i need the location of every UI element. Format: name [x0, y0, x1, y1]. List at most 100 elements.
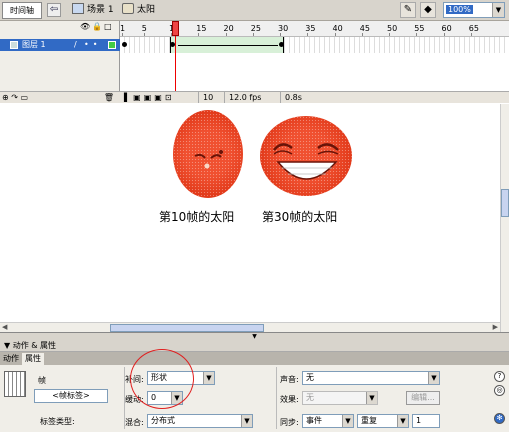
- divider: [276, 367, 277, 429]
- current-frame: 10: [198, 92, 217, 103]
- onion-skin-icons[interactable]: ▌▣▣▣⊡: [124, 92, 175, 103]
- tween-arrow: [178, 45, 278, 46]
- chevron-down-icon: ▼: [241, 415, 252, 427]
- edit-symbol-icon[interactable]: ◆: [420, 2, 436, 18]
- sound-value: 无: [306, 373, 314, 382]
- effect-select: 无 ▼: [302, 391, 378, 405]
- sun-frame-30[interactable]: [260, 116, 352, 196]
- effect-value: 无: [306, 393, 314, 402]
- repeat-value: 重复: [361, 416, 377, 425]
- frame-number: 1: [120, 24, 126, 33]
- repeat-count-input[interactable]: 1: [412, 414, 440, 428]
- keyframe-dot[interactable]: [122, 42, 127, 47]
- playhead[interactable]: [172, 21, 179, 36]
- frame-tick: [334, 33, 336, 36]
- edit-bar: 时间轴 ⇦ 场景 1 太阳 ✎ ◆ 100% ▼: [0, 0, 509, 21]
- eye-icon[interactable]: 👁: [80, 22, 92, 31]
- frame-number: 20: [223, 24, 234, 33]
- zoom-value: 100%: [446, 5, 473, 14]
- lock-icon[interactable]: 🔒: [92, 22, 104, 31]
- add-layer-icon[interactable]: ⊕: [2, 93, 9, 102]
- timeline-panel: 👁🔒□ 图层 1 / •• ⊕ ↷ ▭ 🗑 151015202530354045…: [0, 21, 509, 103]
- add-folder-icon[interactable]: ▭: [21, 93, 29, 102]
- layer-tools: ⊕ ↷ ▭ 🗑: [0, 91, 120, 103]
- layer-state-dots[interactable]: ••: [84, 39, 101, 51]
- timeline-toggle-button[interactable]: 时间轴: [2, 2, 42, 19]
- sun-frame-10[interactable]: [173, 110, 243, 198]
- scene-label: 场景 1: [87, 5, 114, 15]
- frame-tick: [225, 33, 227, 36]
- chevron-down-icon: ▼: [428, 372, 439, 384]
- sync-select[interactable]: 事件 ▼: [302, 414, 354, 428]
- scroll-thumb[interactable]: [501, 189, 509, 217]
- frame-number: 65: [468, 24, 479, 33]
- chevron-down-icon: ▼: [366, 392, 377, 404]
- chevron-down-icon: ▼: [397, 415, 408, 427]
- breadcrumb-scene[interactable]: 场景 1: [72, 3, 114, 17]
- sound-select[interactable]: 无 ▼: [302, 371, 440, 385]
- panel-splitter[interactable]: ▼: [0, 332, 509, 340]
- frame-name-input[interactable]: <帧标签>: [34, 389, 108, 403]
- pencil-icon: /: [74, 40, 77, 49]
- scroll-right-icon[interactable]: ▶: [493, 323, 498, 331]
- frame-number: 25: [250, 24, 261, 33]
- zoom-select[interactable]: 100% ▼: [443, 2, 505, 18]
- trash-icon[interactable]: 🗑: [104, 92, 114, 104]
- frame-number: 45: [359, 24, 370, 33]
- caption-frame-30: 第30帧的太阳: [262, 210, 338, 224]
- layer-color-swatch[interactable]: [108, 41, 116, 49]
- blend-label: 混合:: [125, 418, 144, 427]
- frames-area[interactable]: 15101520253035404550556065 ▌▣▣▣⊡ 10 12.0…: [120, 21, 509, 103]
- tab-properties[interactable]: 属性: [22, 353, 44, 365]
- frame-rate: 12.0 fps: [224, 92, 265, 103]
- frame-number: 30: [278, 24, 289, 33]
- edit-sound-button: 编辑...: [406, 391, 440, 405]
- chevron-down-icon: ▼: [492, 3, 504, 17]
- frame-tick: [143, 33, 145, 36]
- scene-icon: [72, 3, 84, 14]
- horizontal-scrollbar[interactable]: ◀ ▶: [0, 322, 500, 332]
- repeat-select[interactable]: 重复 ▼: [357, 414, 409, 428]
- tab-actions[interactable]: 动作: [0, 353, 22, 365]
- frame-number: 50: [387, 24, 398, 33]
- accessibility-icon[interactable]: ✻: [494, 413, 505, 424]
- panel-tabs: 动作 属性: [0, 352, 509, 365]
- keyframe-dot[interactable]: [279, 42, 284, 47]
- options-icon[interactable]: ◎: [494, 385, 505, 396]
- frame-label: 帧: [38, 376, 46, 385]
- outline-icon[interactable]: □: [104, 22, 114, 31]
- add-guide-icon[interactable]: ↷: [11, 93, 18, 102]
- chevron-down-icon: ▼: [342, 415, 353, 427]
- scroll-left-icon[interactable]: ◀: [2, 323, 7, 331]
- frame-number: 5: [141, 24, 147, 33]
- sync-value: 事件: [306, 416, 322, 425]
- elapsed-time: 0.8s: [280, 92, 306, 103]
- frame-number: 40: [332, 24, 343, 33]
- panel-title[interactable]: ▼ 动作 & 属性: [0, 340, 509, 352]
- layer-name: 图层 1: [22, 40, 46, 49]
- layer-icon: [10, 41, 18, 49]
- vertical-scrollbar[interactable]: [500, 104, 509, 332]
- frame-number: 35: [305, 24, 316, 33]
- sleepy-face-icon: [194, 150, 223, 169]
- frame-tick: [252, 33, 254, 36]
- sync-label: 同步:: [280, 418, 299, 427]
- effect-label: 效果:: [280, 395, 299, 404]
- frame-tick: [361, 33, 363, 36]
- frame-tick: [470, 33, 472, 36]
- edit-scene-icon[interactable]: ✎: [400, 2, 416, 18]
- help-icon[interactable]: ?: [494, 371, 505, 382]
- layers-pane: 👁🔒□ 图层 1 / •• ⊕ ↷ ▭ 🗑: [0, 21, 120, 103]
- back-arrow-icon[interactable]: ⇦: [47, 3, 61, 17]
- scroll-thumb[interactable]: [110, 324, 264, 332]
- frame-number: 55: [414, 24, 425, 33]
- caption-frame-10: 第10帧的太阳: [159, 210, 235, 224]
- stage[interactable]: 第10帧的太阳 第30帧的太阳: [0, 104, 509, 332]
- layer-row[interactable]: 图层 1 / ••: [0, 39, 120, 51]
- frame-tick: [389, 33, 391, 36]
- frame-number: 15: [196, 24, 207, 33]
- layer-header-icons: 👁🔒□: [80, 22, 114, 31]
- blend-select[interactable]: 分布式 ▼: [147, 414, 253, 428]
- chevron-down-icon: ▼: [203, 372, 214, 384]
- breadcrumb-symbol[interactable]: 太阳: [122, 3, 155, 17]
